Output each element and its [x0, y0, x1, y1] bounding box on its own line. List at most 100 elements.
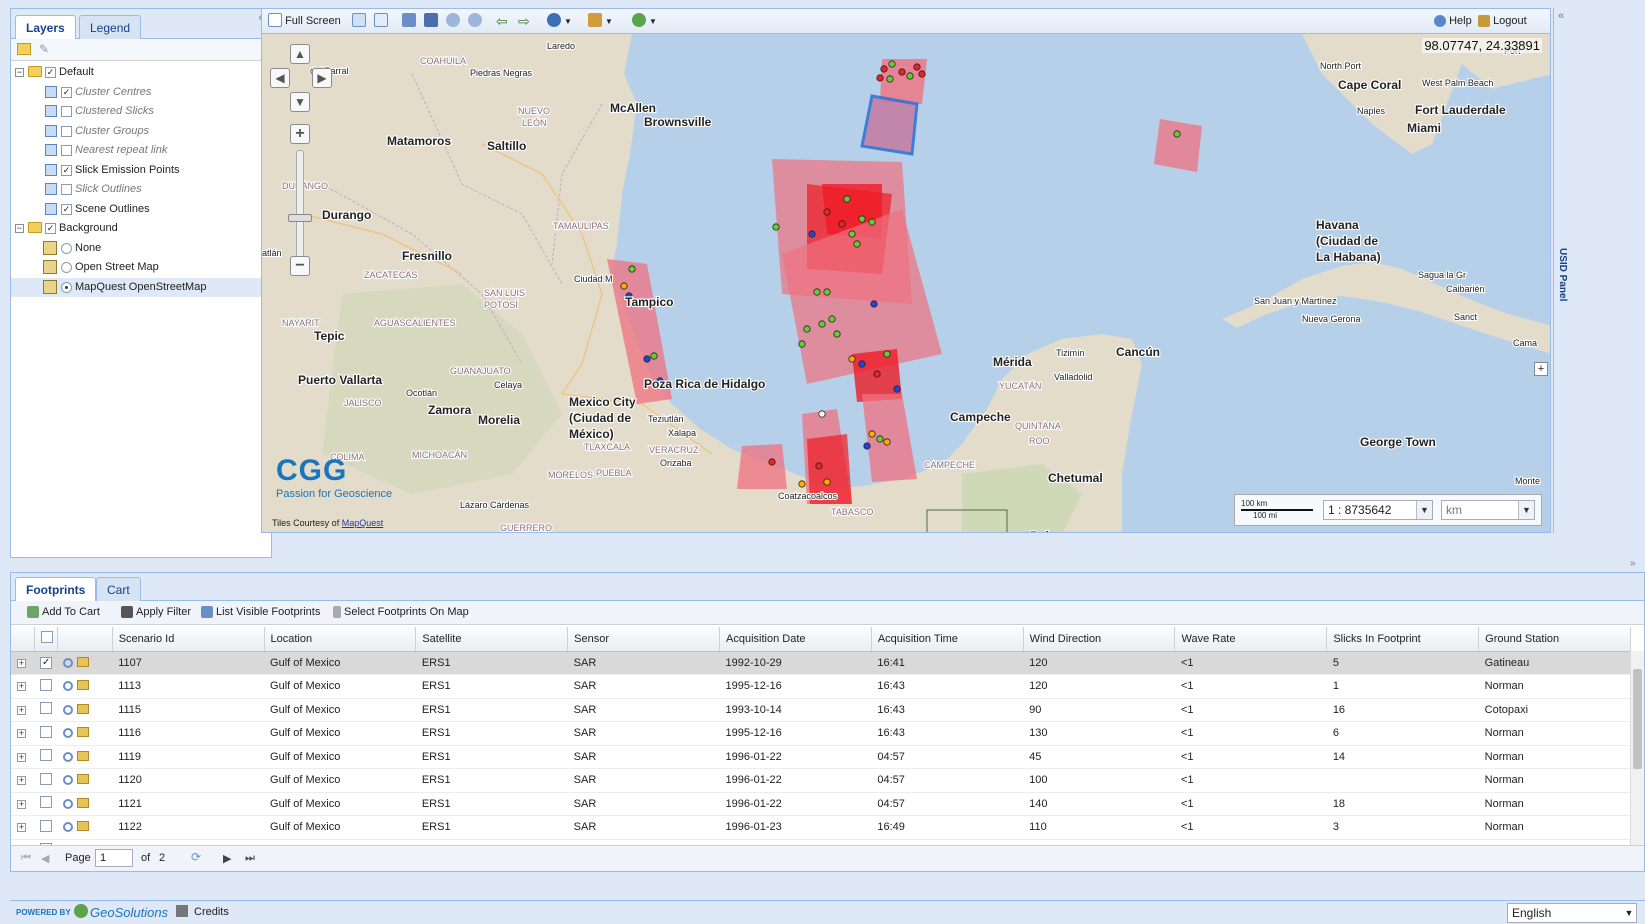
column-header[interactable]: Scenario Id	[112, 627, 265, 652]
layer-radio[interactable]	[61, 242, 72, 254]
info-dropdown-icon[interactable]: ▼	[564, 13, 572, 30]
back-icon[interactable]: ⇦	[496, 13, 508, 30]
slick-emission-point[interactable]	[883, 438, 891, 446]
row-checkbox-cell[interactable]	[34, 768, 58, 793]
slick-emission-point[interactable]	[876, 74, 884, 82]
layer-checkbox[interactable]	[61, 106, 72, 117]
expand-icon[interactable]: +	[17, 776, 26, 786]
slick-emission-point[interactable]	[888, 60, 896, 68]
add-group-icon[interactable]	[17, 43, 31, 55]
footprint-polygon[interactable]	[737, 444, 787, 489]
slick-emission-point[interactable]	[848, 355, 856, 363]
row-checkbox[interactable]: ✓	[40, 657, 53, 670]
slick-emission-point[interactable]	[828, 315, 836, 323]
measure-icon[interactable]	[588, 13, 602, 27]
row-expander[interactable]: +	[11, 745, 35, 769]
geosolutions-brand[interactable]: GeoSolutions	[90, 905, 168, 920]
slick-emission-point[interactable]	[893, 385, 901, 393]
refresh-icon[interactable]: ⟳	[191, 850, 201, 864]
slick-emission-point[interactable]	[886, 75, 894, 83]
slick-emission-point[interactable]	[873, 370, 881, 378]
row-expander[interactable]: +	[11, 651, 35, 675]
add-cart-icon[interactable]	[77, 821, 90, 832]
row-checkbox[interactable]	[40, 749, 53, 762]
row-checkbox[interactable]	[40, 819, 53, 832]
add-to-cart-button[interactable]: Add To Cart	[27, 606, 100, 618]
column-header[interactable]: Acquisition Date	[719, 627, 872, 652]
layer-radio[interactable]	[61, 262, 72, 273]
expand-icon[interactable]: +	[17, 799, 26, 809]
zoom-to-icon[interactable]	[63, 728, 74, 739]
zoom-to-icon[interactable]	[63, 822, 74, 833]
expand-icon[interactable]: +	[17, 705, 26, 715]
slick-emission-point[interactable]	[823, 288, 831, 296]
column-header[interactable]: Acquisition Time	[871, 627, 1024, 652]
table-row[interactable]: +1120 Gulf of Mexico ERS1 SAR 1996-01-22 04:5…	[11, 768, 1631, 793]
slick-emission-point[interactable]	[798, 340, 806, 348]
layer-checkbox[interactable]: ✓	[45, 67, 56, 78]
column-header[interactable]: Ground Station	[1478, 627, 1631, 652]
select-all-checkbox[interactable]	[40, 631, 53, 644]
row-checkbox[interactable]	[40, 678, 53, 691]
layer-checkbox[interactable]: ✓	[45, 223, 56, 234]
layer-checkbox[interactable]	[61, 145, 72, 156]
table-row[interactable]: +1113 Gulf of Mexico ERS1 SAR 1995-12-16 16:4…	[11, 674, 1631, 699]
row-checkbox-cell[interactable]	[34, 721, 58, 746]
pan-icon[interactable]	[374, 13, 388, 27]
column-header[interactable]: Slicks In Footprint	[1326, 627, 1480, 652]
zoom-box-in-icon[interactable]	[402, 13, 416, 27]
layer-radio[interactable]	[61, 281, 72, 293]
prev-page-icon[interactable]: ◀	[41, 852, 49, 865]
slick-emission-point[interactable]	[868, 430, 876, 438]
zoom-extent-icon[interactable]	[352, 13, 366, 27]
forward-icon[interactable]: ⇨	[518, 13, 530, 30]
info-icon[interactable]	[547, 13, 561, 27]
add-cart-icon[interactable]	[77, 774, 90, 785]
slick-emission-point[interactable]	[838, 220, 846, 228]
pan-left-button[interactable]: ◀	[270, 68, 290, 88]
first-page-icon[interactable]: ⏮	[21, 852, 31, 865]
layer-checkbox[interactable]: ✓	[61, 86, 72, 98]
slick-emission-point[interactable]	[848, 230, 856, 238]
add-cart-icon[interactable]	[77, 680, 90, 691]
grid-scrollbar[interactable]	[1630, 651, 1644, 845]
layer-checkbox[interactable]	[61, 184, 72, 195]
last-page-icon[interactable]: ⏭	[245, 852, 255, 865]
slick-emission-point[interactable]	[823, 208, 831, 216]
slick-emission-point[interactable]	[833, 330, 841, 338]
slick-emission-point[interactable]	[772, 223, 780, 231]
tab-layers[interactable]: Layers	[15, 15, 76, 40]
add-cart-icon[interactable]	[77, 797, 90, 808]
units-select[interactable]: km ▼	[1441, 500, 1535, 520]
slick-emission-point[interactable]	[798, 480, 806, 488]
scrollbar-thumb[interactable]	[1633, 669, 1642, 769]
map-canvas[interactable]: COAHUILA Piedras Negras Laredo NUEVO LEÓN McA…	[262, 34, 1550, 532]
zoom-to-icon[interactable]	[63, 704, 74, 715]
wrench-icon[interactable]: ✎	[39, 42, 51, 56]
layer-item[interactable]: ✓ Scene Outlines	[11, 200, 271, 220]
zoom-to-icon[interactable]	[63, 681, 74, 692]
slick-emission-point[interactable]	[1173, 130, 1181, 138]
slick-emission-point[interactable]	[643, 355, 651, 363]
add-cart-icon[interactable]	[77, 750, 90, 761]
row-expander[interactable]: +	[11, 674, 35, 699]
tab-cart[interactable]: Cart	[96, 577, 141, 601]
layer-item[interactable]: None	[11, 239, 271, 259]
slick-emission-point[interactable]	[823, 478, 831, 486]
slick-emission-point[interactable]	[808, 230, 816, 238]
column-header[interactable]: Location	[264, 627, 417, 652]
slick-emission-point[interactable]	[815, 462, 823, 470]
layer-item[interactable]: Slick Outlines	[11, 180, 271, 200]
add-cart-icon[interactable]	[77, 727, 90, 738]
row-checkbox[interactable]	[40, 725, 53, 738]
slick-emission-point[interactable]	[906, 72, 914, 80]
slick-emission-point[interactable]	[868, 218, 876, 226]
slick-emission-point[interactable]	[880, 65, 888, 73]
table-row[interactable]: +1119 Gulf of Mexico ERS1 SAR 1996-01-22 04:5…	[11, 745, 1631, 769]
collapse-icon[interactable]: −	[15, 68, 24, 77]
slick-emission-point[interactable]	[843, 195, 851, 203]
language-select[interactable]: English ▼	[1507, 903, 1637, 923]
zoom-to-icon[interactable]	[63, 751, 74, 762]
pan-down-button[interactable]: ▼	[290, 92, 310, 112]
expand-icon[interactable]: +	[17, 752, 26, 762]
